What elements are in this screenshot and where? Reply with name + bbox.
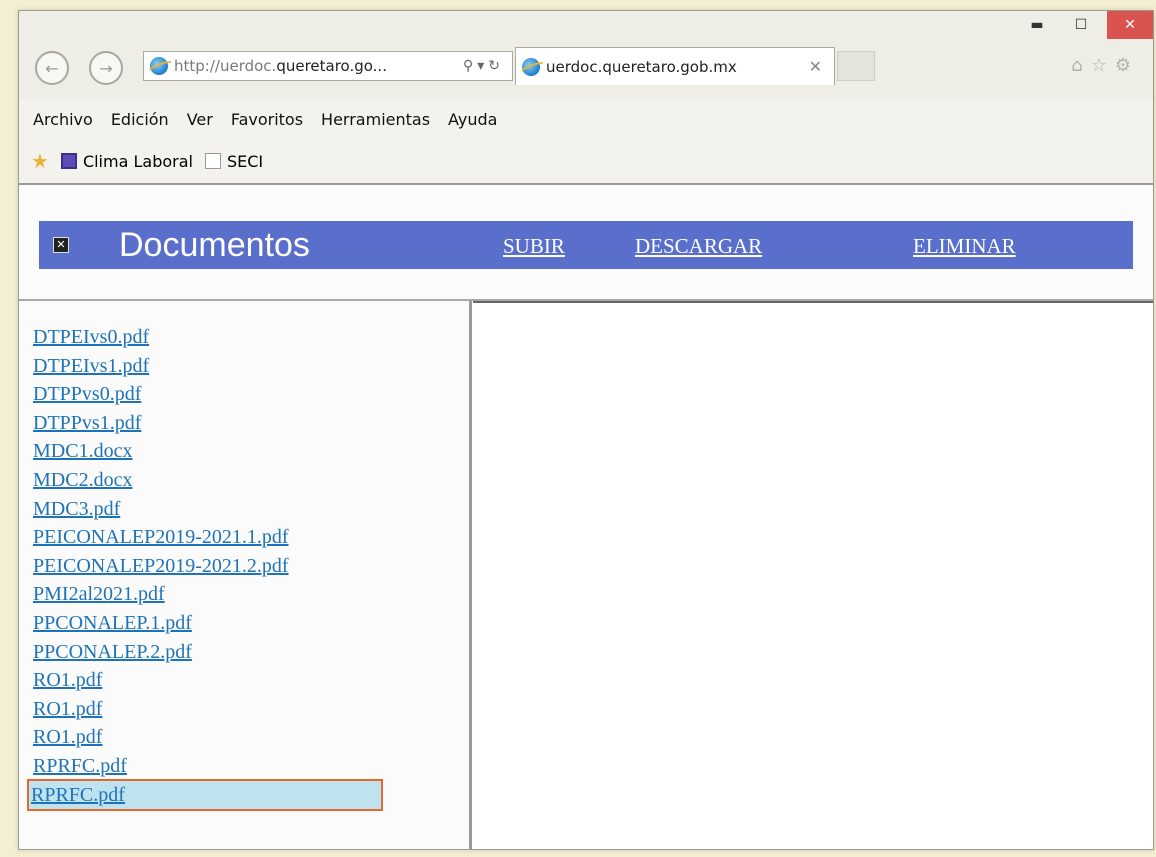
favorites-star-icon[interactable]: ☆ xyxy=(1091,55,1115,76)
menu-bar: Archivo Edición Ver Favoritos Herramient… xyxy=(19,99,1153,139)
file-link[interactable]: MDC3.pdf xyxy=(33,495,381,524)
file-link[interactable]: PMI2al2021.pdf xyxy=(33,580,381,609)
file-link[interactable]: DTPEIvs0.pdf xyxy=(33,323,381,352)
ie-logo-icon xyxy=(150,57,168,75)
file-link[interactable]: MDC2.docx xyxy=(33,466,381,495)
image-icon xyxy=(204,153,221,169)
menu-ver[interactable]: Ver xyxy=(187,110,213,129)
maximize-icon[interactable]: ☐ xyxy=(1061,11,1101,39)
documents-banner: ✕ Documentos SUBIR DESCARGAR ELIMINAR xyxy=(39,221,1133,269)
close-icon[interactable]: ✕ xyxy=(809,57,822,76)
menu-edicion[interactable]: Edición xyxy=(111,110,169,129)
page-content: ✕ Documentos SUBIR DESCARGAR ELIMINAR DT… xyxy=(19,185,1153,849)
file-link[interactable]: RO1.pdf xyxy=(33,695,381,724)
file-link[interactable]: RPRFC.pdf xyxy=(33,752,381,781)
close-icon[interactable]: ✕ xyxy=(53,237,69,253)
file-link[interactable]: RO1.pdf xyxy=(33,723,381,752)
file-link[interactable]: MDC1.docx xyxy=(33,437,381,466)
menu-herramientas[interactable]: Herramientas xyxy=(321,110,430,129)
file-link[interactable]: DTPPvs1.pdf xyxy=(33,409,381,438)
home-icon[interactable]: ⌂ xyxy=(1071,55,1090,76)
file-link[interactable]: DTPPvs0.pdf xyxy=(33,380,381,409)
browser-window: ▬ ☐ ✕ ← → http://uerdoc.queretaro.go... … xyxy=(18,10,1154,850)
close-window-icon[interactable]: ✕ xyxy=(1107,11,1153,39)
back-arrow-icon[interactable]: ← xyxy=(35,51,69,85)
file-link[interactable]: PEICONALEP2019-2021.1.pdf xyxy=(33,523,381,552)
search-refresh-icons[interactable]: ⚲▾↻ xyxy=(463,58,512,74)
address-bar[interactable]: http://uerdoc.queretaro.go... ⚲▾↻ xyxy=(143,51,513,81)
menu-favoritos[interactable]: Favoritos xyxy=(231,110,303,129)
toolbar-icons[interactable]: ⌂☆⚙ xyxy=(1071,55,1139,76)
file-link[interactable]: PEICONALEP2019-2021.2.pdf xyxy=(33,552,381,581)
document-preview-pane xyxy=(473,301,1153,849)
favorites-bar: ★ Clima Laboral SECI xyxy=(19,139,1153,185)
tab-active[interactable]: uerdoc.queretaro.gob.mx ✕ xyxy=(515,47,835,85)
settings-gear-icon[interactable]: ⚙ xyxy=(1115,55,1139,76)
descargar-link[interactable]: DESCARGAR xyxy=(635,234,762,259)
file-link[interactable]: DTPEIvs1.pdf xyxy=(33,352,381,381)
tab-title: uerdoc.queretaro.gob.mx xyxy=(546,57,737,76)
minimize-icon[interactable]: ▬ xyxy=(1017,11,1057,39)
file-link[interactable]: RO1.pdf xyxy=(33,666,381,695)
menu-ayuda[interactable]: Ayuda xyxy=(448,110,497,129)
forward-arrow-icon[interactable]: → xyxy=(89,51,123,85)
file-list-pane: DTPEIvs0.pdf DTPEIvs1.pdf DTPPvs0.pdf DTPPv… xyxy=(19,301,472,849)
menu-archivo[interactable]: Archivo xyxy=(33,110,93,129)
header-frame: ✕ Documentos SUBIR DESCARGAR ELIMINAR xyxy=(19,185,1153,301)
file-list: DTPEIvs0.pdf DTPEIvs1.pdf DTPPvs0.pdf DTPPv… xyxy=(27,323,383,812)
favorite-seci[interactable]: SECI xyxy=(227,152,263,171)
file-link[interactable]: RPRFC.pdf xyxy=(27,778,383,812)
favorite-clima-laboral[interactable]: Clima Laboral xyxy=(83,152,193,171)
ie-logo-icon xyxy=(522,57,540,76)
title-bar: ▬ ☐ ✕ ← → http://uerdoc.queretaro.go... … xyxy=(19,11,1153,99)
subir-link[interactable]: SUBIR xyxy=(503,234,565,259)
file-link[interactable]: PPCONALEP.2.pdf xyxy=(33,638,381,667)
add-favorite-star-icon[interactable]: ★ xyxy=(31,149,49,173)
file-link[interactable]: PPCONALEP.1.pdf xyxy=(33,609,381,638)
new-tab-button[interactable] xyxy=(837,51,875,81)
list-icon xyxy=(60,153,77,169)
eliminar-link[interactable]: ELIMINAR xyxy=(913,234,1016,259)
page-title: Documentos xyxy=(119,225,310,264)
address-url: http://uerdoc.queretaro.go... xyxy=(174,57,387,75)
